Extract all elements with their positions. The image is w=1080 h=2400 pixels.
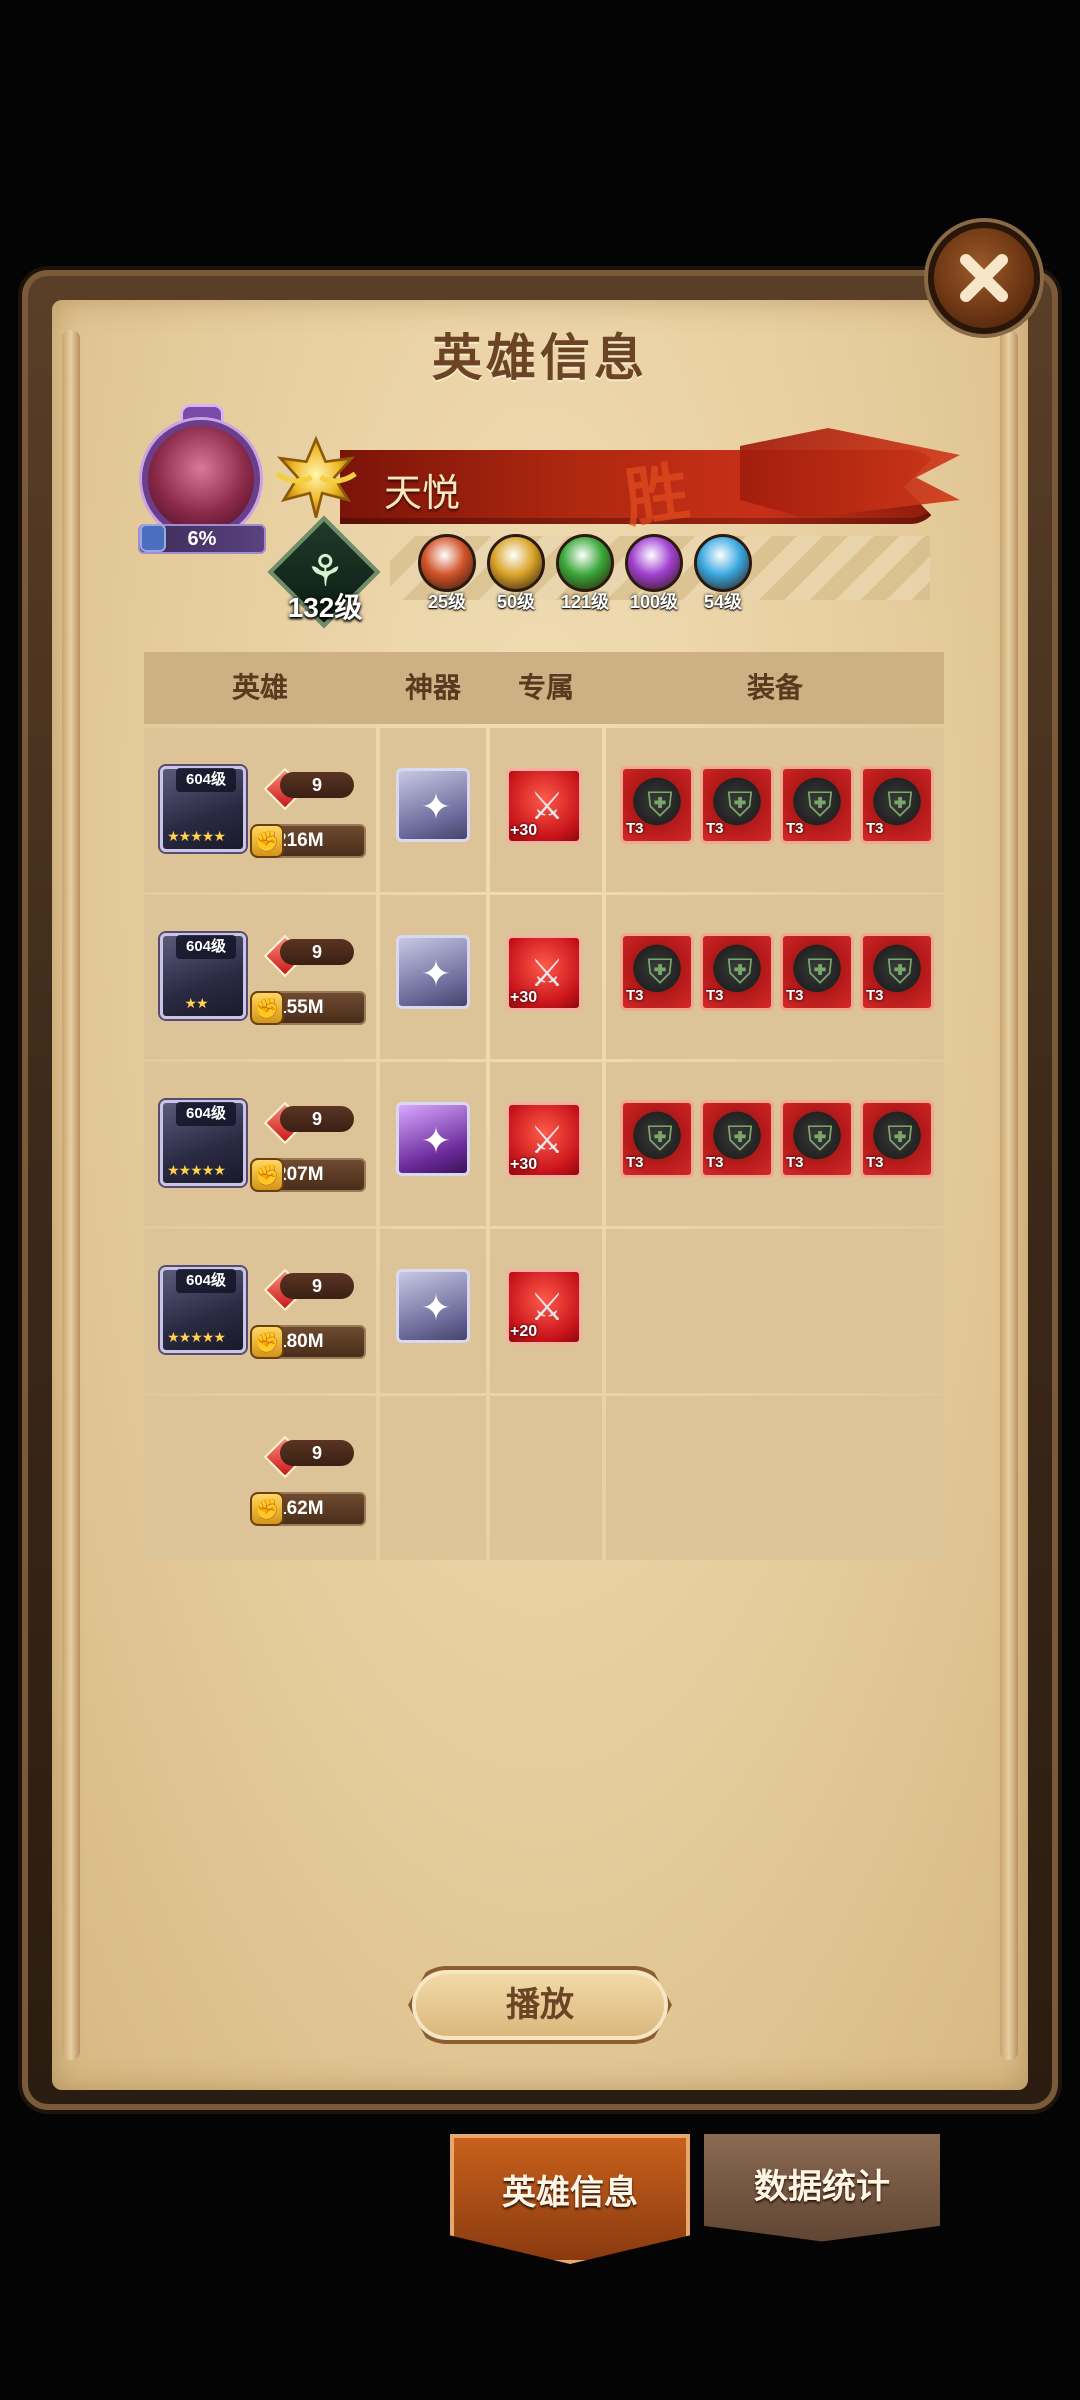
equipment-tier: T3 <box>866 1154 884 1171</box>
rank-crown-icon <box>268 432 364 528</box>
gem-count: 9 <box>280 939 354 965</box>
power-fist-icon: ✊ <box>250 991 284 1025</box>
exclusive-enhance-level: +30 <box>510 822 538 839</box>
void-faction-icon <box>625 534 683 592</box>
gem-count: 9 <box>280 1440 354 1466</box>
tab-data-stats-label: 数据统计 <box>754 2167 890 2206</box>
artifact-glyph-icon: ✦ <box>420 1288 452 1329</box>
artifact-cell <box>380 1396 486 1560</box>
artifact-icon[interactable]: ✦ <box>396 768 470 842</box>
power-fist-icon: ✊ <box>250 824 284 858</box>
power-fist-icon: ✊ <box>250 1492 284 1526</box>
artifact-glyph-icon: ✦ <box>420 787 452 828</box>
gem-count: 9 <box>280 1273 354 1299</box>
panel-left-rail <box>62 330 80 2060</box>
artifact-icon[interactable]: ✦ <box>396 1102 470 1176</box>
close-icon <box>960 254 1008 302</box>
exclusive-cell <box>490 1396 602 1560</box>
fire-faction-icon <box>418 534 476 592</box>
faction-level-label: 100级 <box>629 592 679 612</box>
result-label: 胜 <box>619 454 694 536</box>
equipment-cell <box>606 1396 944 1560</box>
equipment-tier: T3 <box>706 820 724 837</box>
shield-faction-icon <box>487 534 545 592</box>
faction-level-label: 121级 <box>560 592 610 612</box>
exclusive-enhance-level: +30 <box>510 989 538 1006</box>
hero-cell <box>144 1396 376 1560</box>
exclusive-enhance-level: +30 <box>510 1156 538 1173</box>
close-button[interactable] <box>928 222 1040 334</box>
panel-right-rail <box>1000 330 1018 2060</box>
hero-stars: ★★★★★ <box>167 829 226 845</box>
hero-level: 604级 <box>176 768 236 792</box>
vip-icon <box>140 524 166 552</box>
table-header: 英雄 神器 专属 装备 <box>144 652 944 724</box>
hero-stars: ★★ <box>184 996 208 1012</box>
exclusive-enhance-level: +20 <box>510 1323 538 1340</box>
ice-faction-icon <box>694 534 752 592</box>
leaf-faction-icon <box>556 534 614 592</box>
header-exclusive: 专属 <box>517 672 574 703</box>
tab-hero-info-label: 英雄信息 <box>502 2173 638 2212</box>
faction-level-label: 50级 <box>496 592 536 612</box>
equipment-tier: T3 <box>626 1154 644 1171</box>
player-name: 天悦 <box>384 473 461 515</box>
player-level: 132级 <box>287 592 363 623</box>
equipment-tier: T3 <box>786 820 804 837</box>
hero-level: 604级 <box>176 1102 236 1126</box>
equipment-cell <box>606 1229 944 1393</box>
faction-level-label: 25级 <box>427 592 467 612</box>
power-fist-icon: ✊ <box>250 1325 284 1359</box>
artifact-glyph-icon: ✦ <box>420 954 452 995</box>
equipment-tier: T3 <box>866 820 884 837</box>
equipment-tier: T3 <box>786 1154 804 1171</box>
equipment-tier: T3 <box>706 1154 724 1171</box>
gem-count: 9 <box>280 1106 354 1132</box>
hero-stars: ★★★★★ <box>167 1330 226 1346</box>
header-equipment: 装备 <box>746 672 803 703</box>
player-avatar[interactable] <box>142 420 260 538</box>
equipment-tier: T3 <box>866 987 884 1004</box>
equipment-tier: T3 <box>626 820 644 837</box>
hero-level: 604级 <box>176 1269 236 1293</box>
tab-data-stats[interactable]: 数据统计 <box>704 2134 940 2242</box>
panel-title: 英雄信息 <box>432 330 648 386</box>
header-hero: 英雄 <box>231 672 288 703</box>
artifact-icon[interactable]: ✦ <box>396 935 470 1009</box>
header-artifact: 神器 <box>404 672 461 703</box>
faction-level-label: 54级 <box>703 592 743 612</box>
equipment-tier: T3 <box>706 987 724 1004</box>
play-button-label[interactable]: 播放 <box>408 1966 672 2044</box>
power-fist-icon: ✊ <box>250 1158 284 1192</box>
hero-level: 604级 <box>176 935 236 959</box>
artifact-glyph-icon: ✦ <box>420 1121 452 1162</box>
hero-stars: ★★★★★ <box>167 1163 226 1179</box>
tab-hero-info[interactable]: 英雄信息 <box>450 2134 690 2264</box>
artifact-icon[interactable]: ✦ <box>396 1269 470 1343</box>
equipment-tier: T3 <box>626 987 644 1004</box>
equipment-tier: T3 <box>786 987 804 1004</box>
gem-count: 9 <box>280 772 354 798</box>
